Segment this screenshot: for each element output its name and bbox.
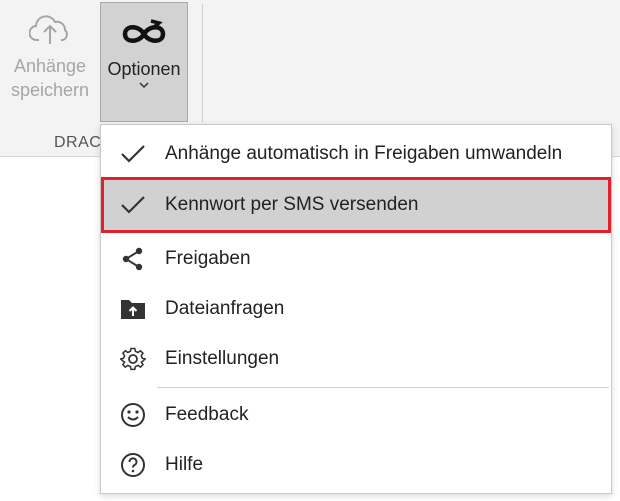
menu-item-auto-convert[interactable]: Anhänge automatisch in Freigaben umwande… [101, 130, 611, 178]
options-dropdown-menu: Anhänge automatisch in Freigaben umwande… [100, 124, 612, 494]
save-attachments-label-1: Anhänge [13, 56, 87, 76]
checkmark-icon [101, 143, 165, 165]
share-icon [101, 247, 165, 271]
menu-item-label: Dateianfragen [165, 298, 285, 319]
menu-separator [157, 387, 609, 388]
menu-item-label: Freigaben [165, 248, 251, 269]
cloud-upload-icon [29, 15, 68, 44]
folder-upload-icon [101, 298, 165, 320]
menu-item-label: Anhänge automatisch in Freigaben umwande… [165, 143, 563, 164]
smiley-icon [101, 402, 165, 428]
loop-icon [122, 19, 166, 43]
menu-item-feedback[interactable]: Feedback [101, 391, 611, 439]
gear-icon [101, 346, 165, 372]
save-attachments-button[interactable]: Anhänge speichern [4, 2, 96, 122]
checkmark-icon [101, 194, 165, 216]
save-attachments-label-2: speichern [10, 80, 90, 100]
menu-item-label: Einstellungen [165, 348, 280, 369]
menu-item-label: Hilfe [165, 454, 204, 475]
options-button[interactable]: Optionen [100, 2, 188, 122]
chevron-down-icon [139, 82, 149, 89]
menu-item-file-requests[interactable]: Dateianfragen [101, 285, 611, 333]
menu-item-sms-password[interactable]: Kennwort per SMS versenden [101, 177, 611, 233]
menu-item-shares[interactable]: Freigaben [101, 235, 611, 283]
ribbon-group-label: DRAC [54, 134, 102, 151]
ribbon-separator [202, 4, 203, 122]
options-label: Optionen [107, 59, 181, 79]
menu-item-label: Feedback [165, 404, 249, 425]
menu-item-settings[interactable]: Einstellungen [101, 335, 611, 383]
menu-item-help[interactable]: Hilfe [101, 441, 611, 489]
menu-item-label: Kennwort per SMS versenden [165, 194, 419, 215]
help-icon [101, 452, 165, 478]
